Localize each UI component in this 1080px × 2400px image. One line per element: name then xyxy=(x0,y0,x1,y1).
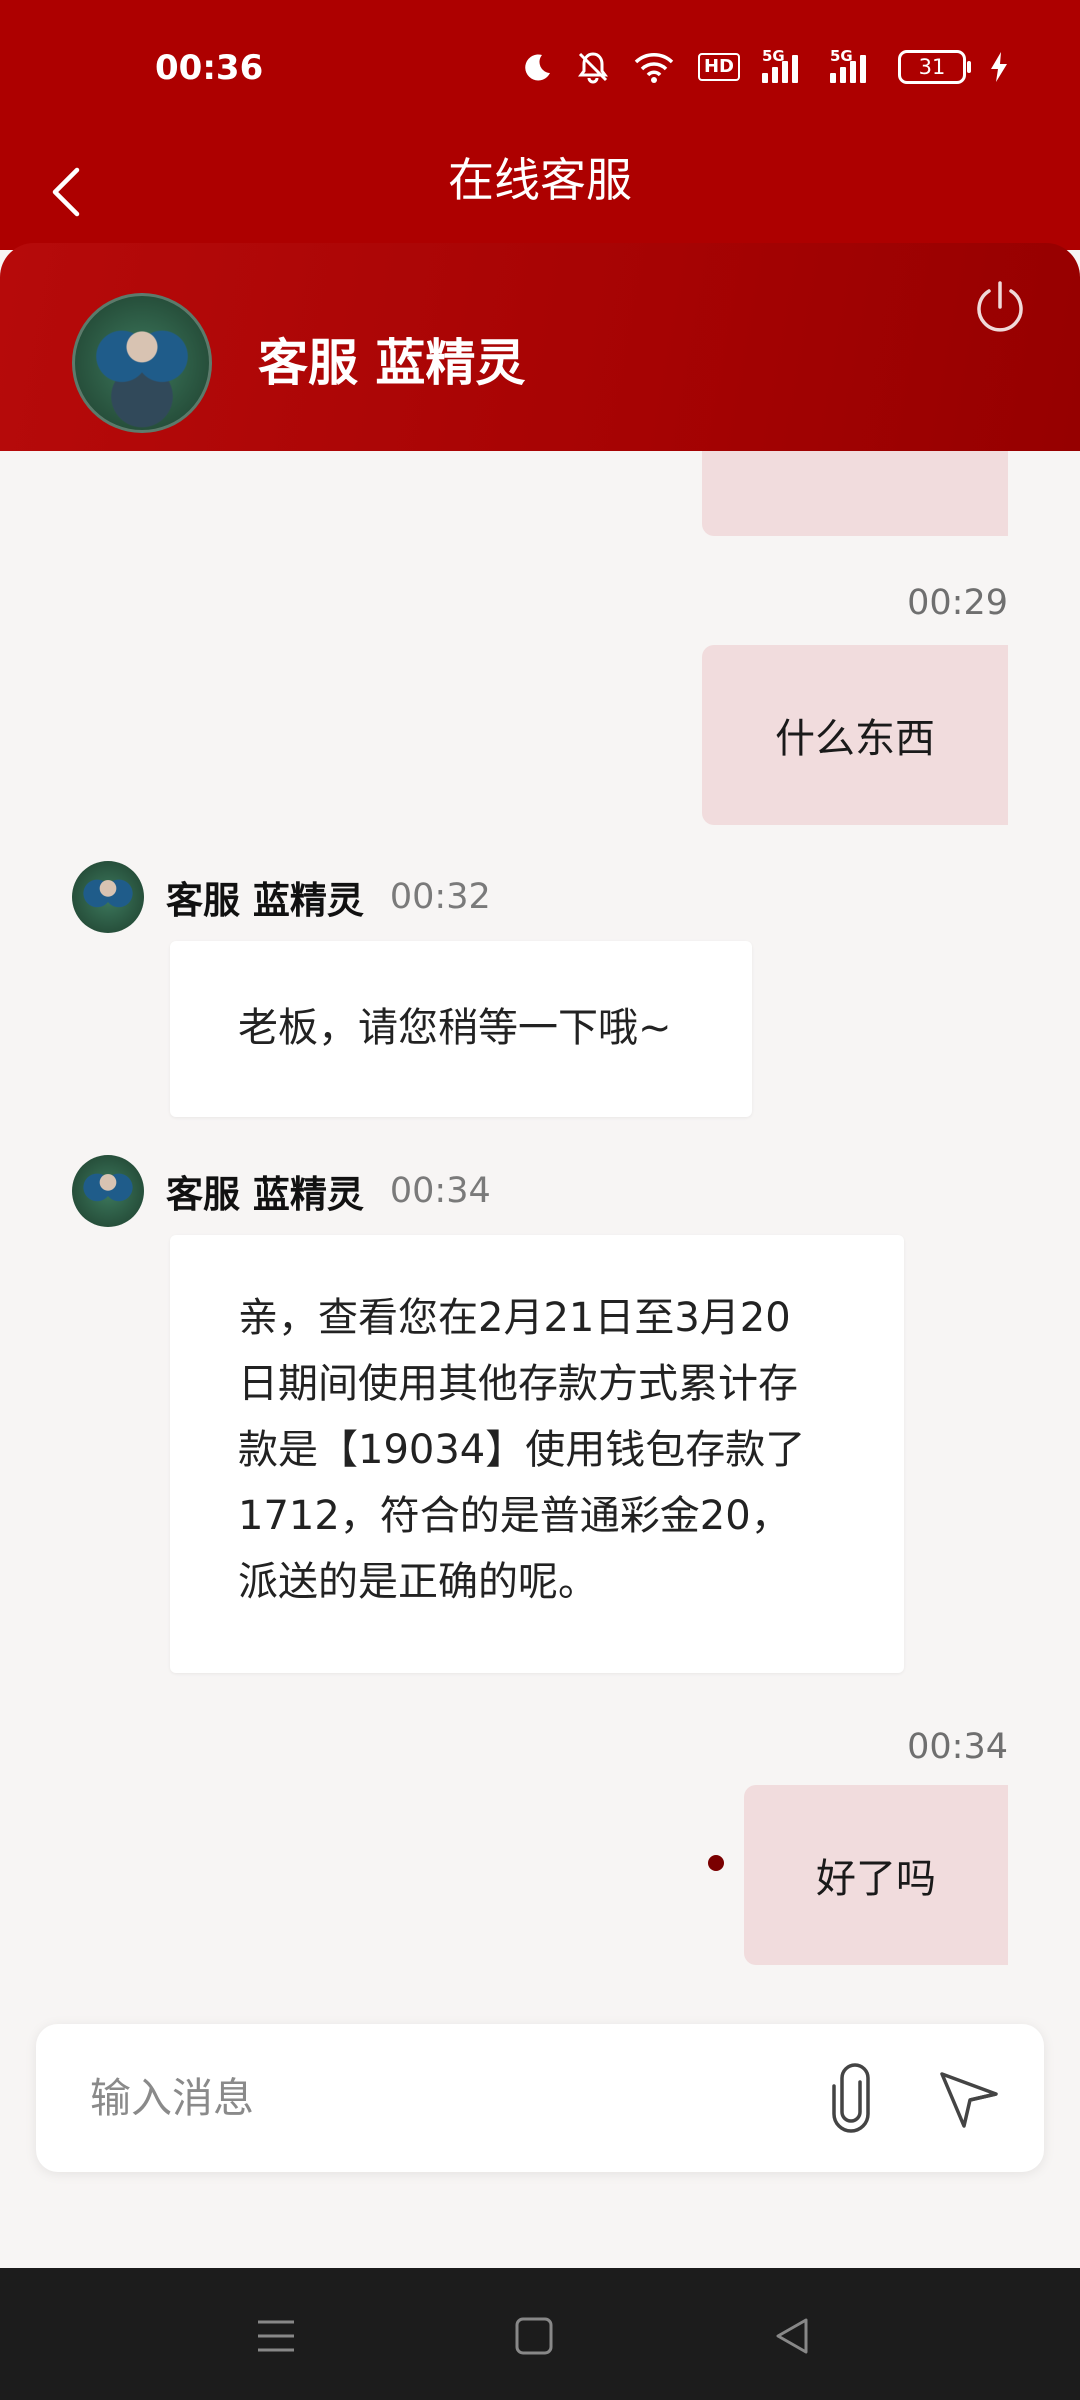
agent-avatar xyxy=(72,861,144,933)
wifi-icon xyxy=(634,53,674,83)
battery-icon: 31 xyxy=(898,50,971,84)
incoming-bubble[interactable]: 亲，查看您在2月21日至3月20 日期间使用其他存款方式累计存 款是【19034… xyxy=(170,1235,904,1673)
agent-card: 客服 蓝精灵 xyxy=(0,243,1080,451)
power-icon xyxy=(977,281,1023,332)
system-nav-bar xyxy=(0,2268,1080,2400)
outgoing-bubble-clipped xyxy=(702,451,1008,536)
page-title: 在线客服 xyxy=(448,153,632,207)
message-composer xyxy=(36,2024,1044,2172)
message-time: 00:32 xyxy=(389,877,491,917)
status-time: 00:36 xyxy=(155,48,264,88)
message-time: 00:34 xyxy=(907,1727,1008,1767)
menu-icon xyxy=(258,2320,294,2352)
agent-name: 客服 蓝精灵 xyxy=(258,334,526,392)
home-nav-button[interactable] xyxy=(504,2308,564,2364)
incoming-bubble[interactable]: 老板，请您稍等一下哦~ xyxy=(170,941,752,1117)
charging-icon xyxy=(991,52,1007,82)
sender-name: 客服 蓝精灵 xyxy=(166,1173,364,1216)
chat-area[interactable]: 00:29 什么东西 客服 蓝精灵 00:32 老板，请您稍等一下哦~ 客服 蓝… xyxy=(0,451,1080,1981)
message-line: 亲，查看您在2月21日至3月20 xyxy=(238,1295,791,1341)
hd-icon: HD xyxy=(697,53,740,81)
message-text: 好了吗 xyxy=(816,1856,936,1902)
send-button[interactable] xyxy=(934,2064,1004,2134)
home-square-icon xyxy=(515,2317,553,2355)
outgoing-bubble[interactable]: 什么东西 xyxy=(702,645,1008,825)
outgoing-bubble[interactable]: 好了吗 xyxy=(744,1785,1008,1965)
message-input[interactable] xyxy=(88,2062,792,2134)
message-line: 日期间使用其他存款方式累计存 xyxy=(238,1361,798,1407)
silent-bell-icon xyxy=(577,52,608,84)
status-bar: 00:36 HD 5G 5G 31 xyxy=(0,0,1080,140)
end-chat-button[interactable] xyxy=(970,277,1030,337)
app-header: 在线客服 xyxy=(0,140,1080,250)
back-nav-button[interactable] xyxy=(762,2308,822,2364)
incoming-message-header: 客服 蓝精灵 00:32 xyxy=(72,861,491,933)
menu-nav-button[interactable] xyxy=(246,2308,306,2364)
message-line: 1712，符合的是普通彩金20， xyxy=(238,1493,791,1539)
message-time: 00:29 xyxy=(907,583,1008,623)
incoming-message-header: 客服 蓝精灵 00:34 xyxy=(72,1155,491,1227)
message-text: 什么东西 xyxy=(775,716,935,762)
message-time: 00:34 xyxy=(389,1171,491,1211)
message-text: 老板，请您稍等一下哦~ xyxy=(238,1005,672,1051)
back-triangle-icon xyxy=(776,2318,808,2354)
agent-avatar xyxy=(72,293,212,433)
signal-icon: 5G xyxy=(762,47,808,83)
send-icon xyxy=(940,2072,998,2128)
signal-icon: 5G xyxy=(830,47,876,83)
moon-icon xyxy=(525,54,550,81)
attach-button[interactable] xyxy=(816,2062,886,2134)
paperclip-icon xyxy=(832,2063,870,2133)
status-icons: HD 5G 5G 31 xyxy=(522,47,1010,84)
sender-name: 客服 蓝精灵 xyxy=(166,879,364,922)
message-line: 派送的是正确的呢。 xyxy=(238,1559,598,1605)
unread-dot xyxy=(708,1855,724,1871)
agent-avatar xyxy=(72,1155,144,1227)
message-line: 款是【19034】使用钱包存款了 xyxy=(238,1427,806,1473)
